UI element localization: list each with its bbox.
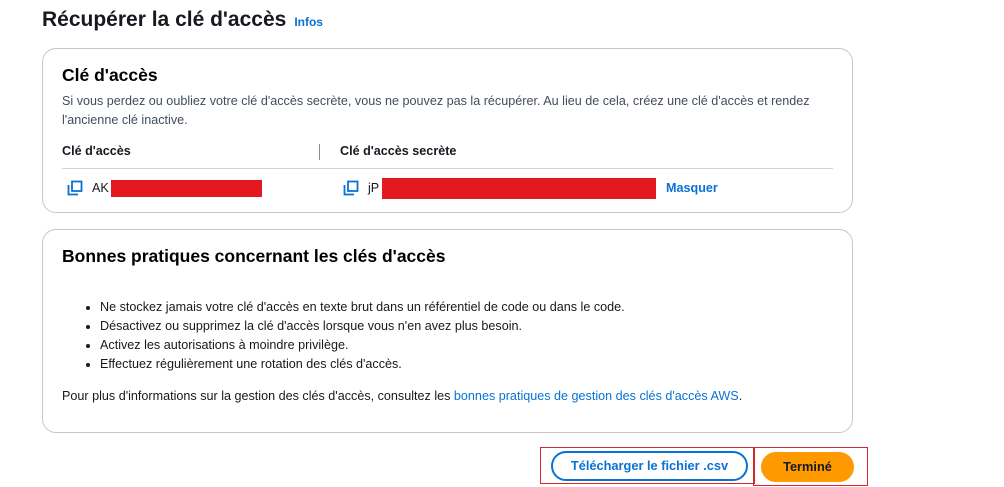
redaction-bar (382, 178, 656, 199)
download-csv-button[interactable]: Télécharger le fichier .csv (551, 451, 748, 481)
access-key-card: Clé d'accès Si vous perdez ou oubliez vo… (42, 48, 853, 213)
access-key-card-title: Clé d'accès (62, 65, 158, 85)
column-header-secret-key: Clé d'accès secrète (340, 144, 457, 158)
secret-key-value: jP (368, 181, 380, 195)
done-button[interactable]: Terminé (761, 452, 854, 482)
key-table-header: Clé d'accès Clé d'accès secrète (62, 142, 833, 169)
copy-icon[interactable] (67, 180, 83, 196)
access-key-value: AK (92, 181, 109, 195)
access-key-description: Si vous perdez ou oubliez votre clé d'ac… (62, 94, 810, 127)
best-practices-link[interactable]: bonnes pratiques de gestion des clés d'a… (454, 389, 739, 403)
redaction-bar (111, 180, 262, 197)
best-practices-list: Ne stockez jamais votre clé d'accès en t… (62, 298, 833, 374)
key-table-row: AK jP Masquer (62, 177, 833, 201)
page-header: Récupérer la clé d'accès Infos (42, 8, 323, 32)
more-info-suffix: . (738, 389, 743, 403)
more-info-text: Pour plus d'informations sur la gestion … (62, 389, 833, 403)
list-item: Activez les autorisations à moindre priv… (100, 336, 833, 355)
hide-secret-link[interactable]: Masquer (666, 181, 718, 195)
column-divider (319, 144, 320, 160)
page-title: Récupérer la clé d'accès (42, 8, 287, 31)
more-info-prefix: Pour plus d'informations sur la gestion … (62, 389, 454, 403)
list-item: Désactivez ou supprimez la clé d'accès l… (100, 317, 833, 336)
list-item: Effectuez régulièrement une rotation des… (100, 355, 833, 374)
best-practices-title: Bonnes pratiques concernant les clés d'a… (62, 246, 446, 266)
column-header-access-key: Clé d'accès (62, 144, 131, 158)
copy-icon[interactable] (343, 180, 359, 196)
best-practices-card: Bonnes pratiques concernant les clés d'a… (42, 229, 853, 433)
list-item: Ne stockez jamais votre clé d'accès en t… (100, 298, 833, 317)
info-link[interactable]: Infos (294, 15, 323, 29)
